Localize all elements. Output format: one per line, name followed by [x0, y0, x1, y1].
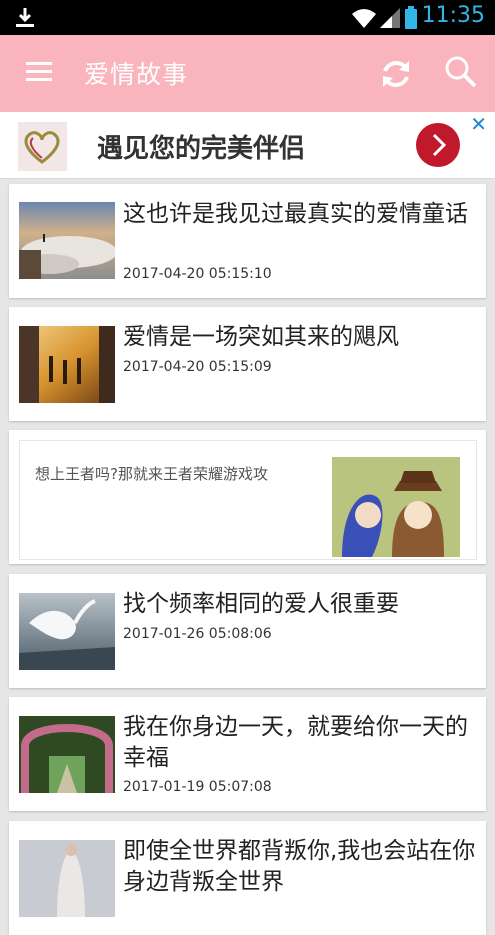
article-title: 即使全世界都背叛你,我也会站在你身边背叛全世界	[123, 838, 476, 895]
download-icon	[14, 6, 36, 32]
ad-close-icon[interactable]: ✕	[470, 112, 487, 136]
article-thumbnail	[19, 202, 115, 279]
clock-time: 11:35	[421, 3, 485, 28]
article-card[interactable]: 即使全世界都背叛你,我也会站在你身边背叛全世界	[9, 821, 486, 935]
app-bar: 爱情故事	[0, 35, 495, 112]
status-bar: 11:35	[0, 0, 495, 35]
ad-card-image	[332, 457, 460, 557]
article-thumbnail	[19, 326, 115, 403]
ad-banner[interactable]: 遇见您的完美伴侣 ✕	[0, 112, 495, 179]
article-title: 我在你身边一天，就要给你一天的幸福	[123, 714, 468, 771]
article-date: 2017-04-20 05:15:10	[123, 266, 272, 282]
heart-logo-icon	[18, 122, 67, 171]
ad-card-inner: 想上王者吗?那就来王者荣耀游戏攻	[19, 440, 477, 560]
article-card[interactable]: 找个频率相同的爱人很重要 2017-01-26 05:08:06	[9, 574, 486, 688]
article-card[interactable]: 爱情是一场突如其来的飓风 2017-04-20 05:15:09	[9, 307, 486, 421]
article-title: 这也许是我见过最真实的爱情童话	[123, 201, 468, 227]
article-title: 爱情是一场突如其来的飓风	[123, 324, 399, 350]
menu-icon[interactable]	[26, 61, 52, 87]
article-thumbnail	[19, 593, 115, 670]
search-icon[interactable]	[444, 55, 478, 93]
article-date: 2017-01-19 05:07:08	[123, 779, 272, 795]
article-date: 2017-01-26 05:08:06	[123, 626, 272, 642]
wifi-signal-battery-icon	[350, 6, 422, 34]
refresh-icon[interactable]	[378, 56, 414, 96]
app-title: 爱情故事	[84, 60, 189, 89]
article-title: 找个频率相同的爱人很重要	[123, 591, 399, 617]
ad-card-text: 想上王者吗?那就来王者荣耀游戏攻	[35, 465, 268, 483]
ad-arrow-button[interactable]	[415, 122, 461, 172]
article-thumbnail	[19, 716, 115, 793]
ad-banner-text: 遇见您的完美伴侣	[97, 134, 306, 164]
article-card[interactable]: 我在你身边一天，就要给你一天的幸福 2017-01-19 05:07:08	[9, 697, 486, 811]
ad-card[interactable]: 想上王者吗?那就来王者荣耀游戏攻	[9, 430, 486, 564]
article-date: 2017-04-20 05:15:09	[123, 359, 272, 375]
article-thumbnail	[19, 840, 115, 917]
article-card[interactable]: 这也许是我见过最真实的爱情童话 2017-04-20 05:15:10	[9, 184, 486, 298]
